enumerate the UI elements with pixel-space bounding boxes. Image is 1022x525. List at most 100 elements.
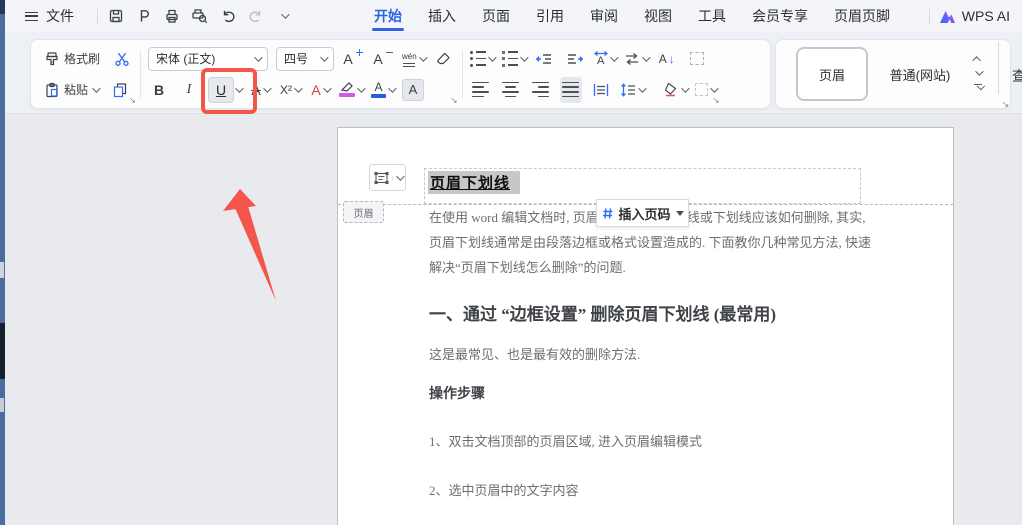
quick-access-toolbar [107,8,292,25]
superscript-button[interactable]: X² [279,77,303,103]
print-icon[interactable] [163,8,180,25]
underline-button[interactable]: U [208,76,235,103]
chevron-down-icon [519,52,529,62]
insert-page-number-button[interactable]: 插入页码 [596,199,689,227]
gallery-scroll-controls [972,56,986,92]
chevron-down-icon [609,52,619,62]
clipboard-icon [44,82,60,98]
gallery-more-icon[interactable] [974,82,986,92]
numbered-list-button[interactable] [502,46,529,72]
chevron-down-icon [262,83,272,93]
strikethrough-button[interactable]: A [249,77,272,103]
paste-button[interactable]: 粘贴 [41,79,101,100]
chevron-down-icon [487,52,497,62]
chevron-down-icon [641,52,651,62]
paragraph-line: 解决“页眉下划线怎么删除”的问题. [429,260,626,275]
text-direction-button[interactable]: A [593,46,619,72]
tab-view[interactable]: 视图 [644,0,672,32]
gallery-scroll-down-icon[interactable] [975,67,984,76]
tab-membership[interactable]: 会员专享 [752,0,808,32]
align-center-button[interactable] [500,77,522,103]
header-title-selected-text[interactable]: 页眉下划线 [428,171,521,194]
phonetic-icon: wén [402,52,417,65]
swap-direction-button[interactable] [624,46,651,72]
undo-icon[interactable] [219,8,236,25]
font-size-select[interactable]: 四号 [276,46,335,71]
down-arrow-icon: ↓ [668,51,675,66]
clipboard-dialog-launcher[interactable]: ↘ [128,96,136,105]
line-spacing-button[interactable] [620,77,647,103]
phonetic-guide-button[interactable]: wén [402,46,428,72]
header-options-button[interactable] [369,164,406,191]
shading-bucket-icon [663,82,679,97]
redo-icon[interactable] [247,8,264,25]
increase-indent-button[interactable] [564,46,586,72]
increase-font-button[interactable]: A [342,46,364,72]
paragraph-marks-icon [689,52,704,65]
format-painter-button[interactable]: 格式刷 [41,48,103,69]
find-button[interactable]: 查 [1012,66,1022,86]
scissors-icon [114,51,130,67]
paragraph-line: 页眉下划线通常是由段落边框或格式设置造成的. 下面教你几种常见方法, 快速 [429,235,872,250]
align-justify-icon [562,81,580,98]
sub-heading: 操作步骤 [429,387,485,402]
tab-page[interactable]: 页面 [482,0,510,32]
gallery-scroll-up-icon[interactable] [972,56,981,65]
save-icon[interactable] [107,8,124,25]
character-shading-button[interactable]: A [402,77,425,103]
decrease-font-button[interactable]: A [372,46,394,72]
step-line: 1、双击文档顶部的页眉区域, 进入页眉编辑模式 [429,434,703,449]
text-effects-button[interactable]: A [309,77,332,103]
sort-button[interactable]: A ↓ [656,46,678,72]
background-fragment [0,398,4,412]
tab-reference[interactable]: 引用 [536,0,564,32]
cut-button[interactable] [111,46,133,72]
shading-button[interactable] [663,77,690,103]
distribute-button[interactable] [590,77,612,103]
bullet-list-button[interactable] [470,46,497,72]
line-spacing-icon [620,82,635,97]
font-color-button[interactable]: A [371,77,397,103]
header-box-icon [370,171,392,185]
font-family-select[interactable]: 宋体 (正文) [148,46,269,71]
gallery-item-normal-style[interactable]: 普通(网站) [868,65,972,84]
align-left-button[interactable] [470,77,492,103]
paste-dropdown-icon[interactable] [92,83,101,93]
decrease-indent-button[interactable] [534,46,556,72]
swap-arrows-icon [625,52,638,65]
main-menu-icon[interactable] [25,11,38,21]
document-page[interactable]: 页眉 页眉下划线 插入页码 在使用 word 编辑文档时, 页眉 线或下划线应该如… [337,127,954,525]
wps-ai-button[interactable]: WPS AI [962,8,1010,24]
header-style-gallery: 页眉 普通(网站) ↘ [775,39,1011,109]
tab-insert[interactable]: 插入 [428,0,456,32]
group-divider [461,50,463,98]
wps-ai-logo-icon [939,9,956,24]
print-preview-icon[interactable] [191,8,208,25]
step-line: 2、选中页眉中的文字内容 [429,483,579,498]
chevron-down-icon [418,52,428,62]
group-divider [140,50,142,98]
dropdown-triangle-icon [675,210,684,216]
tab-home[interactable]: 开始 [372,0,404,32]
chevron-down-icon [680,83,690,93]
underline-dropdown-icon[interactable] [235,83,244,93]
file-menu[interactable]: 文件 [46,6,74,26]
tab-tools[interactable]: 工具 [698,0,726,32]
clear-format-button[interactable] [433,46,455,72]
chevron-down-icon [322,83,332,93]
align-left-icon [472,81,490,98]
italic-button[interactable]: I [178,77,200,103]
gallery-dialog-launcher[interactable]: ↘ [1001,100,1009,109]
gallery-item-header[interactable]: 页眉 [796,47,868,101]
font-dialog-launcher[interactable]: ↘ [450,96,458,105]
highlight-color-button[interactable] [339,77,366,103]
tab-review[interactable]: 审阅 [590,0,618,32]
align-justify-button[interactable] [559,76,582,103]
align-right-button[interactable] [530,77,552,103]
export-pdf-icon[interactable] [135,8,152,25]
bold-button[interactable]: B [148,77,170,103]
quick-access-more-icon[interactable] [275,8,292,25]
paragraph-dialog-launcher[interactable]: ↘ [712,96,720,105]
tab-header-footer[interactable]: 页眉页脚 [834,0,890,32]
show-marks-button[interactable] [686,46,708,72]
